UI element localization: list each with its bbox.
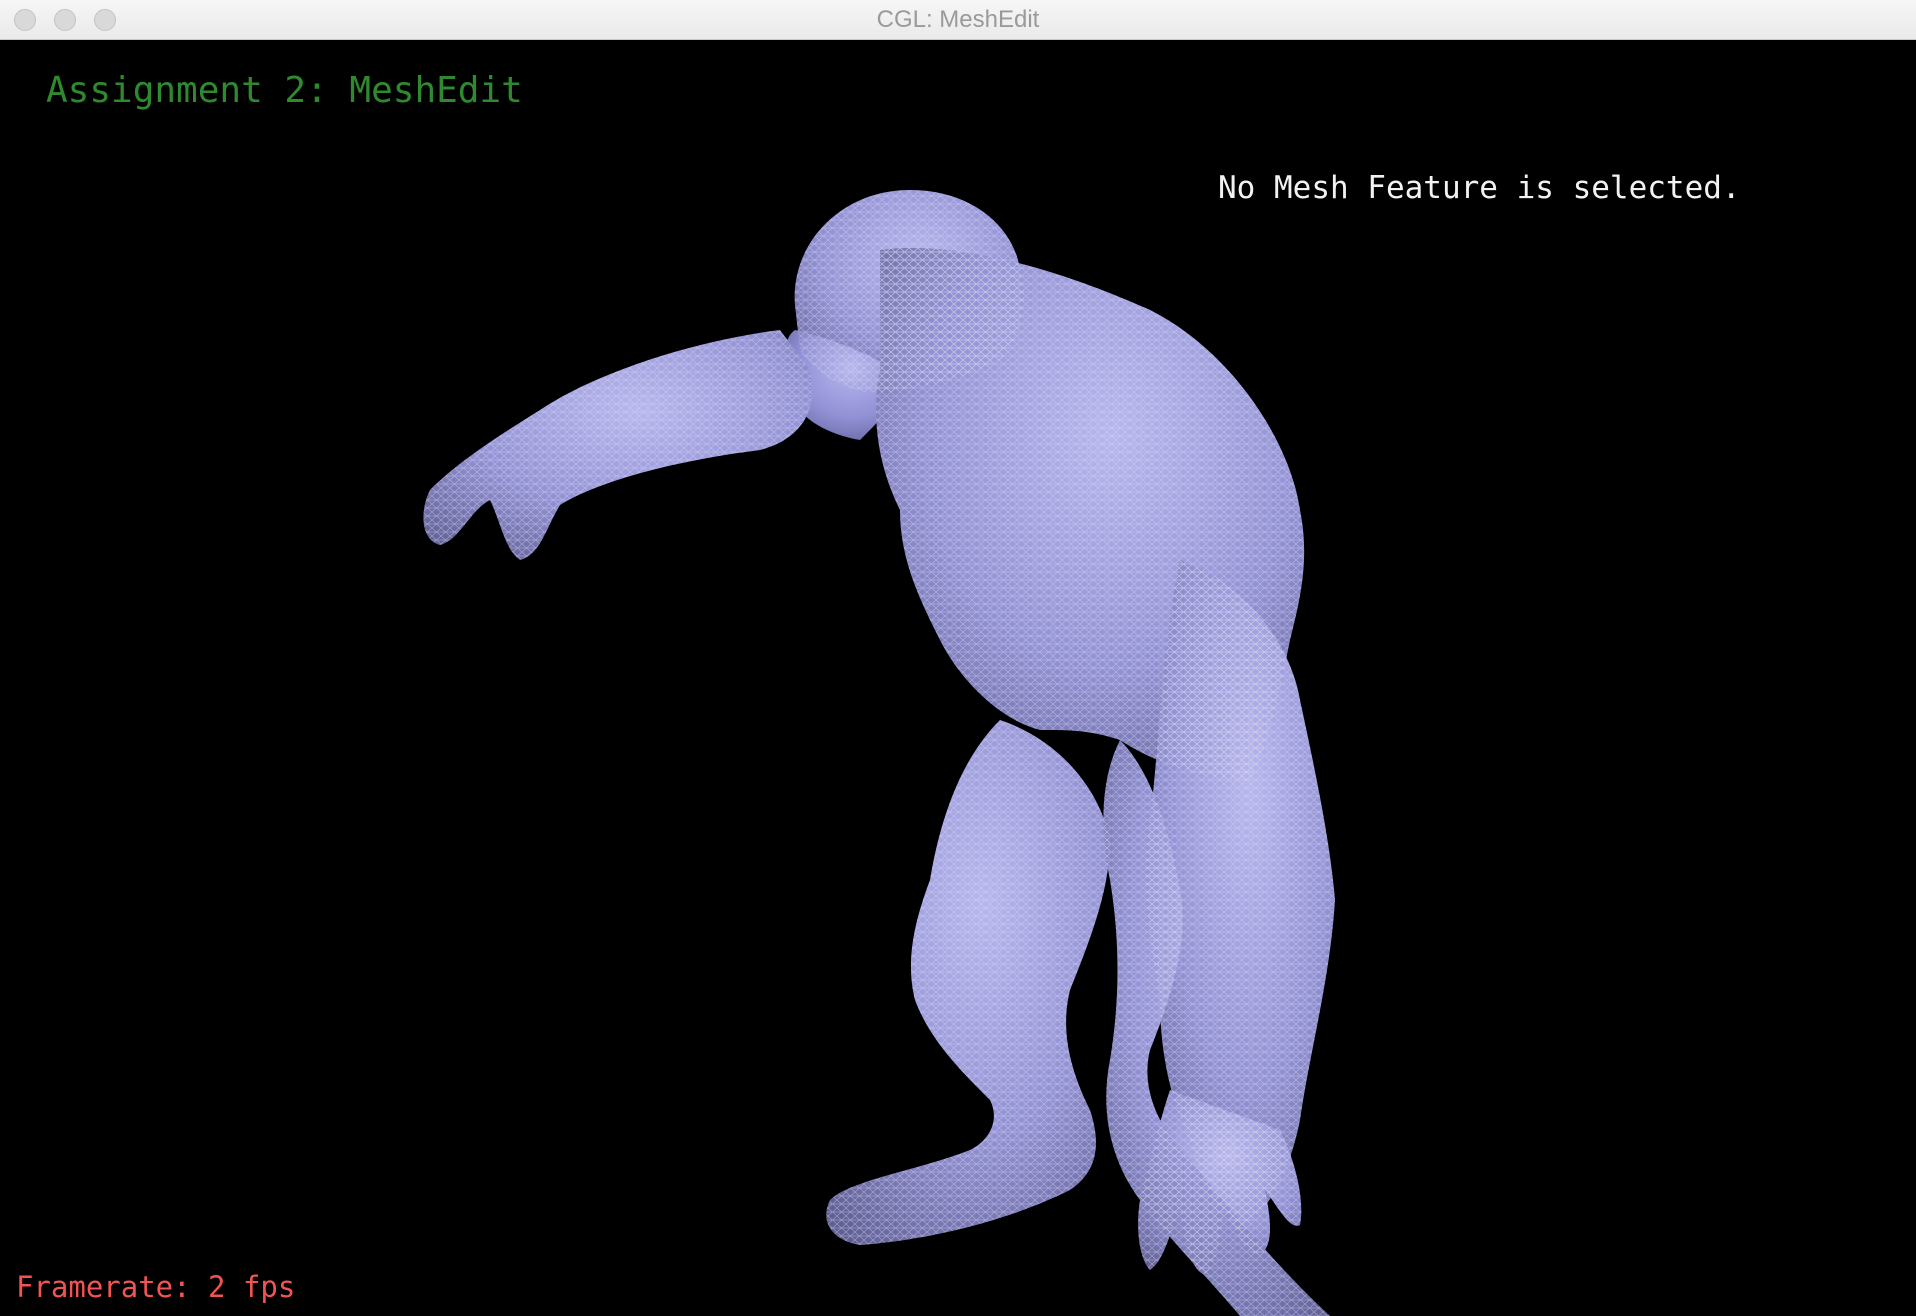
render-viewport[interactable]: Assignment 2: MeshEdit No Mesh Feature i… (0, 40, 1916, 1316)
title-bar[interactable]: CGL: MeshEdit (0, 0, 1916, 40)
mesh-model[interactable] (0, 40, 1916, 1316)
assignment-title: Assignment 2: MeshEdit (46, 70, 523, 111)
selection-status: No Mesh Feature is selected. (1218, 170, 1741, 206)
window-title: CGL: MeshEdit (876, 6, 1040, 33)
app-window: CGL: MeshEdit Assignment 2: MeshEdit No … (0, 0, 1916, 1316)
framerate-readout: Framerate: 2 fps (16, 1270, 296, 1304)
mesh-body[interactable] (423, 190, 1335, 1316)
